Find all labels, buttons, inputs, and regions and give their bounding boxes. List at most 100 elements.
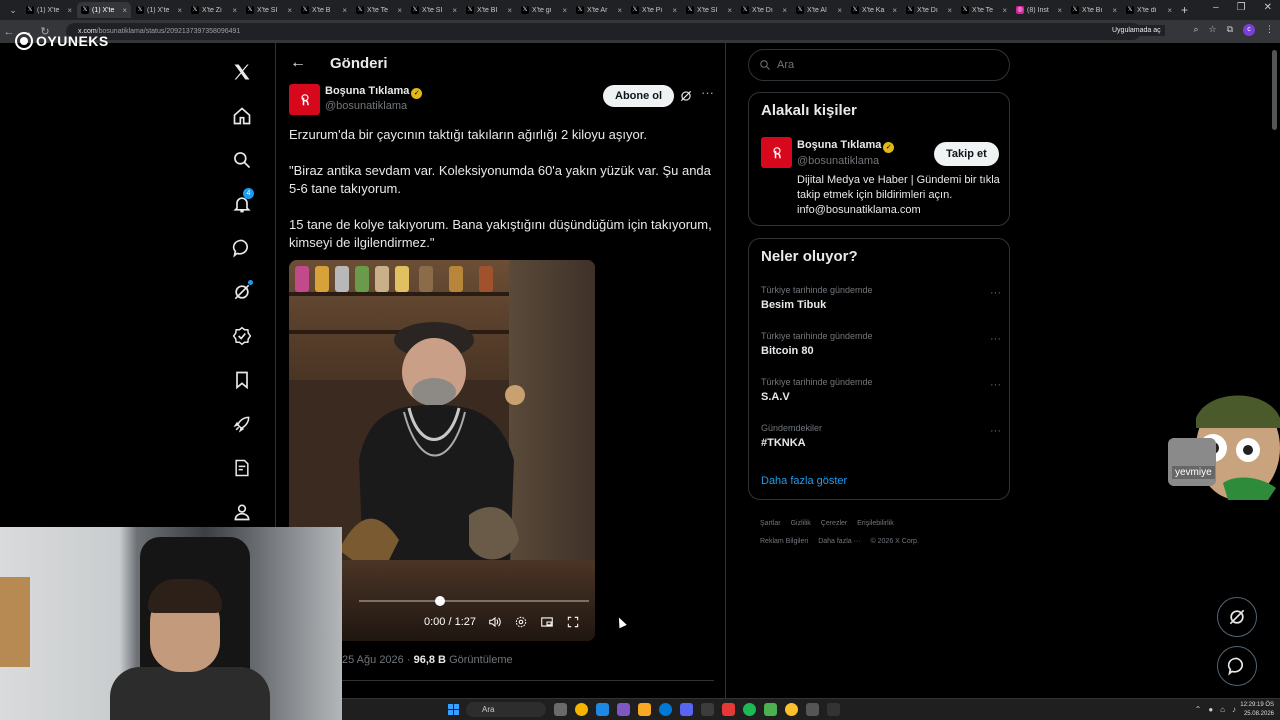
close-tab-icon[interactable]: ×	[122, 6, 127, 15]
browser-tab[interactable]: 𝕏 (1) X'te ×	[77, 2, 131, 18]
bookmark-star-icon[interactable]: ☆	[1208, 24, 1216, 36]
more-options-icon[interactable]: ···	[701, 85, 714, 100]
trend-item[interactable]: Türkiye tarihinde gündemde Bitcoin 80 ··…	[761, 331, 1001, 357]
tray-app-icon[interactable]: ●	[1208, 705, 1213, 714]
volume-icon[interactable]	[488, 615, 502, 629]
messages-floating-button[interactable]	[1217, 646, 1257, 686]
app-icon[interactable]	[722, 703, 735, 716]
new-tab-button[interactable]: +	[1181, 3, 1188, 17]
browser-tab[interactable]: 𝕏 X'te B ×	[297, 2, 351, 18]
browser-tab[interactable]: 𝕏 X'te Bı ×	[1067, 2, 1121, 18]
browser-tab[interactable]: 𝕏 X'te Dı ×	[902, 2, 956, 18]
footer-link[interactable]: Çerezler	[821, 520, 847, 527]
jobs-rocket-icon[interactable]	[222, 402, 262, 446]
taskbar-search[interactable]: Ara	[466, 702, 546, 717]
trend-item[interactable]: Türkiye tarihinde gündemde S.A.V ···	[761, 377, 1001, 403]
extensions-icon[interactable]: ⧉	[1227, 24, 1233, 36]
close-tab-icon[interactable]: ×	[727, 6, 732, 15]
footer-link[interactable]: Reklam Bilgileri	[760, 538, 808, 545]
close-tab-icon[interactable]: ×	[1057, 6, 1062, 15]
close-tab-icon[interactable]: ×	[507, 6, 512, 15]
close-tab-icon[interactable]: ×	[562, 6, 567, 15]
browser-tab[interactable]: 𝕏 (1) X'te ×	[22, 2, 76, 18]
close-tab-icon[interactable]: ×	[837, 6, 842, 15]
follow-button[interactable]: Takip et	[934, 142, 999, 166]
close-tab-icon[interactable]: ×	[672, 6, 677, 15]
grok-explain-icon[interactable]	[679, 89, 693, 103]
taskbar-clock[interactable]: 12:29:19 ÖS 25.08.2026	[1240, 701, 1274, 719]
browser-tab[interactable]: ◎ (8) Inst ×	[1012, 2, 1066, 18]
restore-icon[interactable]: ❐	[1237, 2, 1246, 13]
close-tab-icon[interactable]: ×	[342, 6, 347, 15]
browser-tab[interactable]: 𝕏 X'te Te ×	[957, 2, 1011, 18]
close-window-icon[interactable]: ✕	[1264, 2, 1272, 13]
browser-menu-icon[interactable]: ⋮	[1265, 24, 1274, 36]
browser-tab[interactable]: 𝕏 X'te Al ×	[792, 2, 846, 18]
bookmarks-icon[interactable]	[222, 358, 262, 402]
edge-icon[interactable]	[659, 703, 672, 716]
subscribe-button[interactable]: Abone ol	[603, 85, 675, 107]
close-tab-icon[interactable]: ×	[617, 6, 622, 15]
close-tab-icon[interactable]: ×	[67, 6, 72, 15]
explore-search-icon[interactable]	[222, 138, 262, 182]
open-in-app-button[interactable]: Uygulamada aç	[1108, 25, 1165, 36]
grok-icon[interactable]	[222, 270, 262, 314]
footer-link[interactable]: Erişilebilirlik	[857, 520, 894, 527]
post-date[interactable]: 25 Ağu 2026	[342, 654, 404, 666]
app-icon[interactable]	[827, 703, 840, 716]
footer-link[interactable]: Gizlilik	[791, 520, 811, 527]
picture-in-picture-icon[interactable]	[540, 615, 554, 629]
address-bar[interactable]: x.com/bosunatiklama/status/2092137397358…	[66, 23, 1141, 40]
author-handle[interactable]: @bosunatiklama	[325, 100, 407, 112]
app-icon[interactable]	[617, 703, 630, 716]
close-tab-icon[interactable]: ×	[232, 6, 237, 15]
zoom-icon[interactable]: ⌕	[1193, 24, 1198, 36]
trend-item[interactable]: Gündemdekiler #TKNKA ···	[761, 423, 1001, 449]
discord-icon[interactable]	[680, 703, 693, 716]
app-icon[interactable]	[701, 703, 714, 716]
close-tab-icon[interactable]: ×	[1002, 6, 1007, 15]
close-tab-icon[interactable]: ×	[1167, 6, 1172, 15]
profile-avatar[interactable]: c	[1243, 24, 1255, 36]
close-tab-icon[interactable]: ×	[177, 6, 182, 15]
trend-more-icon[interactable]: ···	[990, 379, 1001, 391]
author-avatar[interactable]	[289, 84, 320, 115]
notifications-bell-icon[interactable]: 4	[222, 182, 262, 226]
volume-icon[interactable]: ♪	[1232, 705, 1236, 714]
browser-tab[interactable]: 𝕏 X'te gi ×	[517, 2, 571, 18]
show-more-link[interactable]: Daha fazla göster	[761, 475, 847, 487]
footer-link[interactable]: Şartlar	[760, 520, 781, 527]
verified-orgs-icon[interactable]	[222, 314, 262, 358]
chrome-icon[interactable]	[785, 703, 798, 716]
related-avatar[interactable]	[761, 137, 792, 168]
close-tab-icon[interactable]: ×	[287, 6, 292, 15]
grok-floating-button[interactable]	[1217, 597, 1257, 637]
browser-tab[interactable]: 𝕏 X'te Ar ×	[572, 2, 626, 18]
close-tab-icon[interactable]: ×	[1112, 6, 1117, 15]
related-handle[interactable]: @bosunatiklama	[797, 155, 879, 167]
close-tab-icon[interactable]: ×	[452, 6, 457, 15]
fullscreen-icon[interactable]	[566, 615, 580, 629]
messages-icon[interactable]	[222, 226, 262, 270]
footer-link[interactable]: Daha fazla ···	[818, 538, 860, 545]
settings-gear-icon[interactable]	[514, 615, 528, 629]
browser-tab[interactable]: 𝕏 (1) X'te ×	[132, 2, 186, 18]
compose-list-icon[interactable]	[222, 446, 262, 490]
tray-chevron-icon[interactable]: ⌃	[1195, 705, 1202, 714]
x-logo-icon[interactable]	[222, 50, 262, 94]
spotify-icon[interactable]	[743, 703, 756, 716]
video-progress-handle[interactable]	[435, 596, 445, 606]
network-icon[interactable]: ⌂	[1220, 705, 1225, 714]
browser-tab[interactable]: 𝕏 X'te Sİ ×	[682, 2, 736, 18]
browser-tab[interactable]: 𝕏 X'te Bİ ×	[462, 2, 516, 18]
browser-tab[interactable]: 𝕏 X'te Zi ×	[187, 2, 241, 18]
browser-tab[interactable]: 𝕏 X'te Sİ ×	[242, 2, 296, 18]
browser-tab[interactable]: 𝕏 X'te Dı ×	[737, 2, 791, 18]
file-explorer-icon[interactable]	[638, 703, 651, 716]
close-tab-icon[interactable]: ×	[782, 6, 787, 15]
tab-search-icon[interactable]: ⌄	[4, 5, 22, 16]
trend-more-icon[interactable]: ···	[990, 333, 1001, 345]
app-icon[interactable]	[764, 703, 777, 716]
close-tab-icon[interactable]: ×	[892, 6, 897, 15]
close-tab-icon[interactable]: ×	[397, 6, 402, 15]
